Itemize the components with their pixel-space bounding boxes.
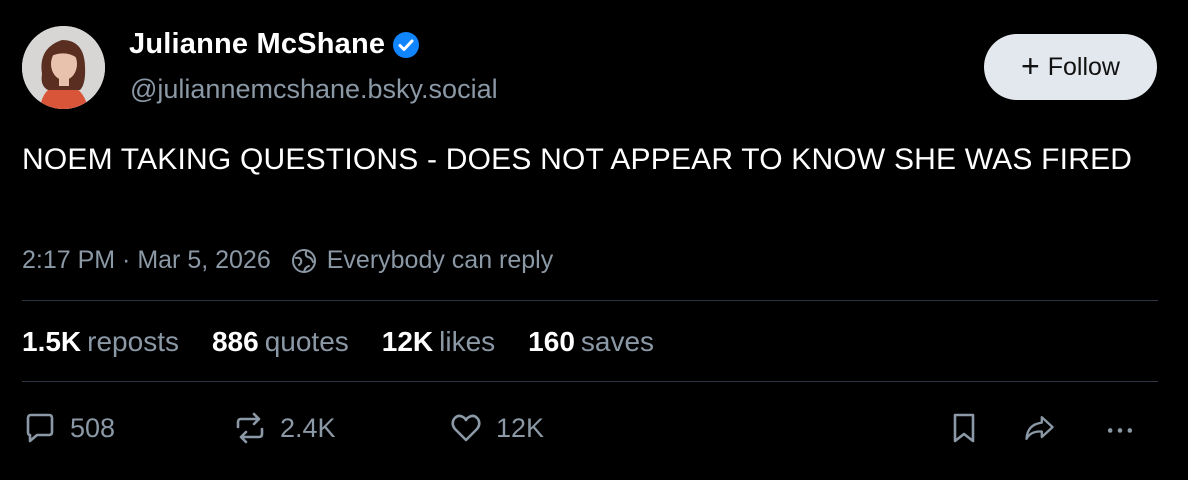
divider bbox=[22, 381, 1158, 382]
follow-button[interactable]: + Follow bbox=[984, 34, 1157, 100]
avatar[interactable] bbox=[22, 26, 105, 109]
engagement-stats: 1.5K reposts 886 quotes 12K likes 160 saves bbox=[22, 326, 687, 358]
globe-icon bbox=[291, 248, 316, 273]
share-button[interactable] bbox=[1022, 410, 1058, 446]
action-bar: 508 2.4K 12K bbox=[22, 410, 1158, 454]
like-button[interactable]: 12K bbox=[448, 410, 544, 446]
reply-setting[interactable]: Everybody can reply bbox=[327, 246, 554, 275]
reply-button[interactable]: 508 bbox=[22, 410, 115, 446]
save-button[interactable] bbox=[946, 410, 982, 446]
reply-icon bbox=[26, 413, 54, 443]
stat-reposts[interactable]: 1.5K reposts bbox=[22, 326, 179, 358]
post-meta: 2:17 PM · Mar 5, 2026 Everybody can repl… bbox=[22, 246, 553, 275]
stat-likes[interactable]: 12K likes bbox=[382, 326, 495, 358]
post-timestamp[interactable]: 2:17 PM · Mar 5, 2026 bbox=[22, 246, 271, 275]
plus-icon: + bbox=[1021, 48, 1040, 84]
author-display-name[interactable]: Julianne McShane bbox=[129, 28, 385, 61]
reply-count: 508 bbox=[70, 412, 116, 443]
author-name-row: Julianne McShane bbox=[129, 28, 420, 61]
author-handle[interactable]: @juliannemcshane.bsky.social bbox=[130, 74, 498, 105]
stat-saves[interactable]: 160 saves bbox=[528, 326, 654, 358]
share-icon bbox=[1025, 416, 1054, 440]
repost-icon bbox=[236, 412, 264, 444]
repost-button[interactable]: 2.4K bbox=[232, 410, 336, 446]
follow-button-label: Follow bbox=[1047, 52, 1120, 81]
post-text: NOEM TAKING QUESTIONS - DOES NOT APPEAR … bbox=[22, 143, 1133, 176]
repost-count: 2.4K bbox=[280, 412, 336, 443]
bookmark-icon bbox=[953, 413, 975, 443]
heart-icon bbox=[451, 414, 481, 442]
divider bbox=[22, 300, 1158, 301]
ellipsis-icon bbox=[1107, 428, 1133, 433]
stat-quotes[interactable]: 886 quotes bbox=[212, 326, 349, 358]
verified-check-icon[interactable] bbox=[393, 31, 420, 58]
more-options-button[interactable] bbox=[1102, 410, 1138, 446]
like-count: 12K bbox=[496, 412, 545, 443]
